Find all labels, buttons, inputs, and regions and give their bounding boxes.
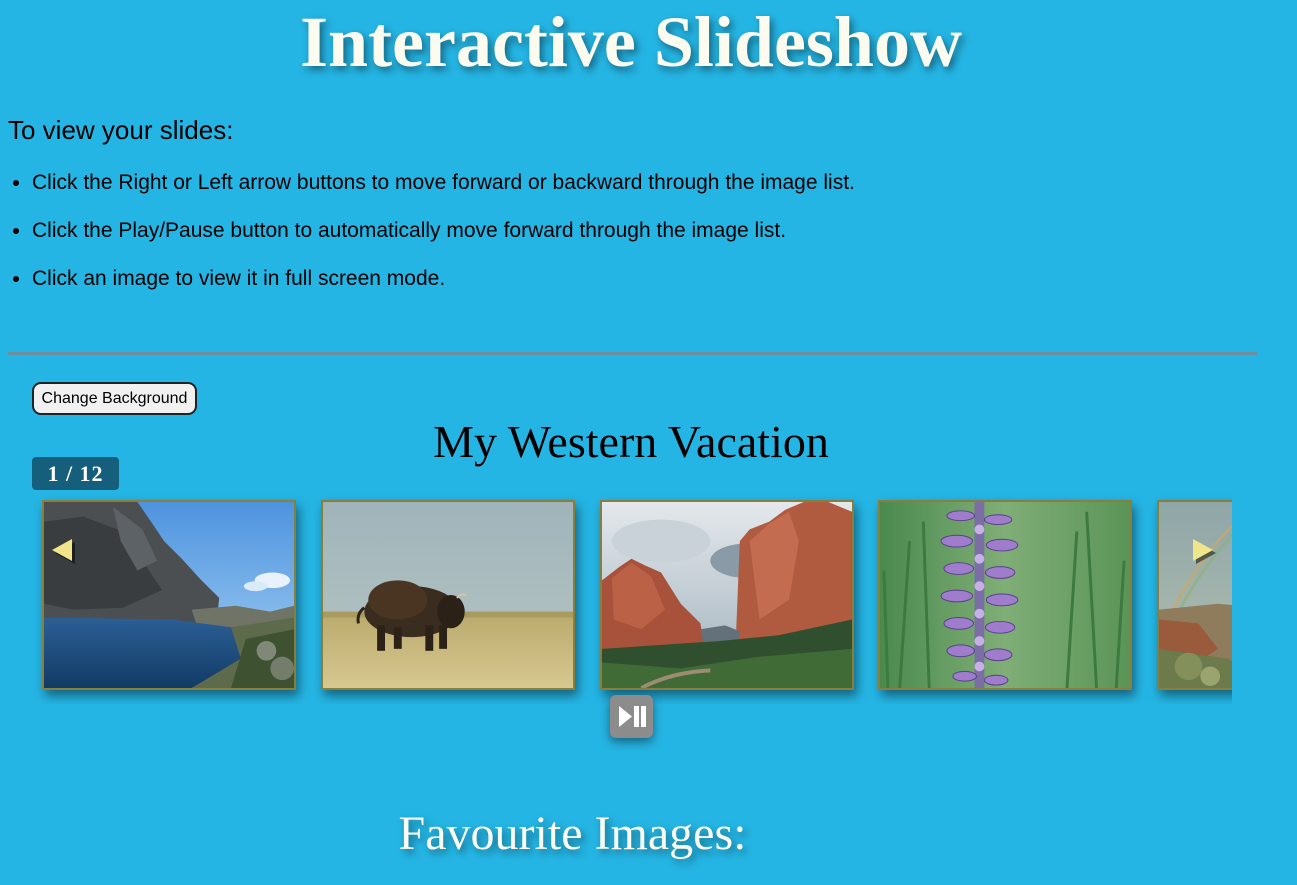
- instruction-item: Click the Right or Left arrow buttons to…: [32, 168, 855, 198]
- instruction-item: Click an image to view it in full screen…: [32, 264, 855, 294]
- play-pause-icon: [619, 706, 646, 727]
- instructions-heading: To view your slides:: [8, 115, 234, 145]
- previous-slide-button[interactable]: [48, 535, 78, 565]
- arrow-left-icon: [52, 539, 75, 564]
- slide-thumbnail-mountain-lake[interactable]: [42, 500, 296, 690]
- slide-thumbnail-red-rocks[interactable]: [600, 500, 854, 690]
- wildflower-image: [880, 502, 1130, 688]
- album-title: My Western Vacation: [433, 416, 829, 467]
- red-rocks-image: [602, 502, 852, 688]
- instruction-item: Click the Play/Pause button to automatic…: [32, 216, 855, 246]
- bison-image: [323, 502, 573, 688]
- mountain-lake-image: [44, 502, 294, 688]
- page-title: Interactive Slideshow: [300, 2, 962, 82]
- slide-thumbnail-canyon[interactable]: [1157, 500, 1232, 690]
- change-background-button[interactable]: Change Background: [32, 382, 197, 415]
- play-pause-button[interactable]: [610, 695, 653, 738]
- next-slide-button[interactable]: [1187, 535, 1217, 565]
- instructions-list: Click the Right or Left arrow buttons to…: [8, 168, 855, 312]
- section-divider: [8, 352, 1257, 355]
- favourite-images-heading: Favourite Images:: [398, 807, 747, 860]
- arrow-right-icon: [1193, 539, 1216, 564]
- canyon-image: [1159, 502, 1232, 688]
- slide-thumbnail-bison[interactable]: [321, 500, 575, 690]
- slide-thumbnail-wildflower[interactable]: [878, 500, 1132, 690]
- slide-strip: [32, 494, 1232, 704]
- slide-counter: 1 / 12: [32, 457, 119, 490]
